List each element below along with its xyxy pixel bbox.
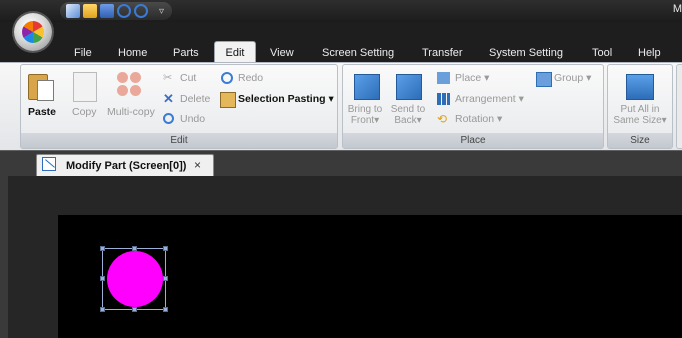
group-button[interactable]: Group ▾ bbox=[554, 72, 591, 84]
modify-part-icon bbox=[42, 157, 56, 171]
cut-icon: ✂ bbox=[163, 72, 173, 84]
tab-home[interactable]: Home bbox=[118, 46, 147, 62]
put-all-same-size-icon[interactable] bbox=[626, 74, 654, 100]
bring-to-front-line1: Bring to bbox=[347, 104, 383, 115]
undo-ribbon-icon bbox=[163, 113, 174, 124]
resize-handle[interactable] bbox=[100, 246, 105, 251]
resize-handle[interactable] bbox=[163, 307, 168, 312]
tab-file[interactable]: File bbox=[74, 46, 92, 62]
arrangement-button[interactable]: Arrangement ▾ bbox=[455, 93, 524, 105]
document-tab-label: Modify Part (Screen[0]) bbox=[66, 160, 187, 172]
redo-button[interactable]: Redo bbox=[238, 72, 263, 84]
paste-icon[interactable] bbox=[28, 71, 54, 101]
send-to-back-button[interactable]: Send to Back▾ bbox=[388, 104, 428, 126]
save-icon[interactable] bbox=[100, 4, 114, 18]
tab-view[interactable]: View bbox=[270, 46, 294, 62]
place-group-label: Place bbox=[343, 133, 603, 148]
tab-help[interactable]: Help bbox=[638, 46, 661, 62]
delete-icon: ✕ bbox=[163, 91, 174, 106]
redo-icon[interactable] bbox=[134, 4, 148, 18]
tab-edit[interactable]: Edit bbox=[214, 41, 256, 63]
send-to-back-line1: Send to bbox=[390, 104, 426, 115]
copy-icon[interactable] bbox=[73, 72, 97, 102]
resize-handle[interactable] bbox=[163, 276, 168, 281]
bring-to-front-line2: Front▾ bbox=[350, 115, 380, 126]
put-all-line2: Same Size▾ bbox=[613, 115, 667, 126]
copy-button[interactable]: Copy bbox=[72, 106, 97, 118]
next-group-edge bbox=[676, 64, 682, 149]
left-edge bbox=[0, 176, 8, 338]
send-to-back-icon[interactable] bbox=[396, 74, 422, 100]
undo-icon[interactable] bbox=[117, 4, 131, 18]
resize-handle[interactable] bbox=[100, 307, 105, 312]
window-title: M bbox=[672, 3, 682, 15]
resize-handle[interactable] bbox=[100, 276, 105, 281]
multicopy-button[interactable]: Multi-copy bbox=[107, 106, 155, 118]
selection-box[interactable] bbox=[102, 248, 166, 310]
selection-pasting-label: Selection Pasting bbox=[238, 93, 326, 105]
place-icon bbox=[437, 72, 450, 84]
size-group-label: Size bbox=[608, 133, 672, 148]
group-icon bbox=[536, 72, 552, 87]
open-icon[interactable] bbox=[83, 4, 97, 18]
selection-pasting-button[interactable]: Selection Pasting ▾ bbox=[238, 93, 334, 105]
send-to-back-line2: Back▾ bbox=[394, 115, 422, 126]
place-button[interactable]: Place ▾ bbox=[455, 72, 489, 84]
put-all-line1: Put All in bbox=[620, 104, 660, 115]
application-menu-button[interactable] bbox=[14, 13, 52, 51]
tab-transfer[interactable]: Transfer bbox=[422, 46, 463, 62]
rotation-button[interactable]: Rotation ▾ bbox=[455, 113, 502, 125]
tab-parts[interactable]: Parts bbox=[173, 46, 199, 62]
quick-access-toolbar: ▿ bbox=[60, 2, 173, 20]
app-logo-icon bbox=[22, 21, 44, 43]
edit-group-label: Edit bbox=[21, 133, 337, 148]
tab-tool[interactable]: Tool bbox=[592, 46, 612, 62]
close-icon[interactable]: × bbox=[194, 158, 201, 172]
resize-handle[interactable] bbox=[132, 246, 137, 251]
tab-screen-setting[interactable]: Screen Setting bbox=[322, 46, 394, 62]
bring-to-front-icon[interactable] bbox=[354, 74, 380, 100]
paste-button[interactable]: Paste bbox=[28, 106, 56, 118]
bring-to-front-button[interactable]: Bring to Front▾ bbox=[344, 104, 386, 126]
undo-button[interactable]: Undo bbox=[180, 113, 205, 125]
resize-handle[interactable] bbox=[163, 246, 168, 251]
rotation-icon: ⟲ bbox=[437, 112, 448, 126]
chevron-down-icon: ▾ bbox=[328, 93, 334, 105]
put-all-same-size-button[interactable]: Put All in Same Size▾ bbox=[609, 104, 671, 126]
multicopy-icon[interactable] bbox=[117, 72, 143, 98]
new-icon[interactable] bbox=[66, 4, 80, 18]
cut-button[interactable]: Cut bbox=[180, 72, 196, 84]
selection-pasting-icon bbox=[220, 92, 236, 108]
resize-handle[interactable] bbox=[132, 307, 137, 312]
redo-ribbon-icon bbox=[221, 72, 233, 84]
edit-group: Edit bbox=[20, 64, 338, 149]
delete-button[interactable]: Delete bbox=[180, 93, 210, 105]
tab-system-setting[interactable]: System Setting bbox=[489, 46, 563, 62]
qat-dropdown-icon[interactable]: ▿ bbox=[159, 6, 164, 17]
arrangement-icon bbox=[437, 93, 450, 105]
